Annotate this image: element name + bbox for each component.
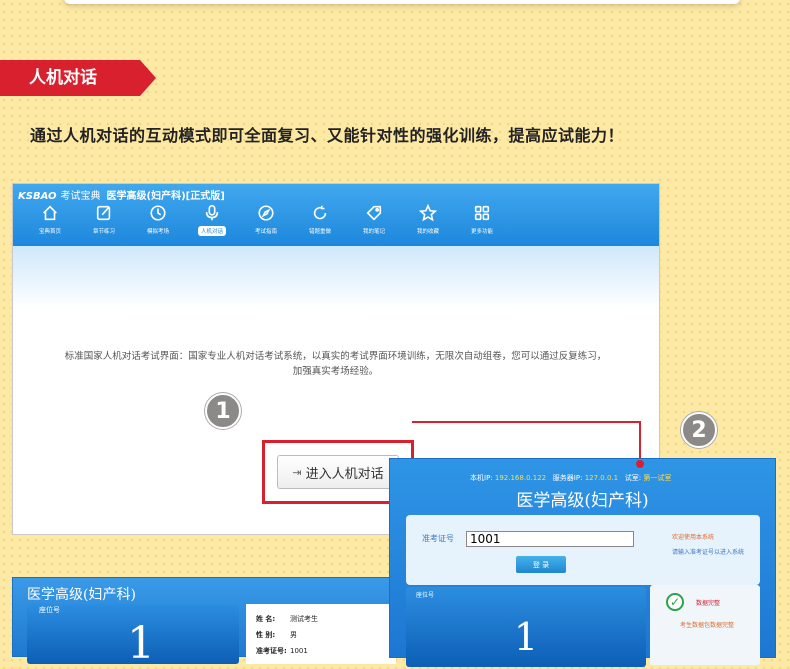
brand-logo: KSBAO bbox=[18, 191, 57, 202]
app-header: KSBAO 考试宝典 医学高级(妇产科)[正式版] 宝典首页 章节练习 模拟考场 人… bbox=[13, 184, 659, 246]
nav-item-chapter[interactable]: 章节练习 bbox=[77, 204, 131, 236]
brand: KSBAO 考试宝典 医学高级(妇产科)[正式版] bbox=[18, 187, 225, 202]
ip-label: 本机IP: bbox=[470, 474, 493, 482]
exam-ticket-value: 1001 bbox=[290, 647, 308, 655]
check-title: 数据完整 bbox=[696, 600, 721, 607]
top-card-edge bbox=[64, 0, 740, 4]
nav-item-favorites[interactable]: 我的收藏 bbox=[401, 203, 455, 236]
dialogue-description: 标准国家人机对话考试界面：国家专业人机对话考试系统，以真实的考试界面环境训练，无… bbox=[64, 351, 607, 377]
nav-label: 我的收藏 bbox=[416, 229, 439, 235]
nav-item-dialogue[interactable]: 人机对话 bbox=[185, 204, 239, 236]
nav-bar: 宝典首页 章节练习 模拟考场 人机对话 考试指南 错题重做 我的笔记 我的收藏 … bbox=[23, 203, 509, 236]
login-window: 本机IP: 192.168.0.122 服务器IP: 127.0.0.1 试室:… bbox=[389, 458, 776, 667]
nav-label: 章节练习 bbox=[92, 229, 115, 235]
login-button[interactable]: 登 录 bbox=[516, 556, 566, 573]
exam-ticket-row: 准考证号: 1001 bbox=[256, 646, 308, 656]
nav-label: 更多功能 bbox=[470, 229, 493, 235]
ticket-label: 准考证号 bbox=[422, 534, 454, 543]
ip-info: 本机IP: 192.168.0.122 服务器IP: 127.0.0.1 试室:… bbox=[470, 473, 671, 483]
enter-dialogue-label: 进入人机对话 bbox=[305, 466, 384, 482]
nav-label: 我的笔记 bbox=[362, 229, 385, 235]
step-badge-2: 2 bbox=[681, 412, 717, 448]
seat-label: 座位号 bbox=[416, 592, 435, 599]
ticket-input[interactable]: 1001 bbox=[466, 531, 634, 547]
ip-value: 192.168.0.122 bbox=[494, 474, 547, 482]
exam-gender-label: 性 别: bbox=[256, 631, 276, 639]
nav-label: 模拟考场 bbox=[146, 229, 169, 235]
server-value: 127.0.0.1 bbox=[584, 474, 619, 482]
nav-label: 人机对话 bbox=[197, 226, 226, 236]
exam-name-value: 测试考生 bbox=[290, 615, 318, 623]
exam-name-row: 姓 名: 测试考生 bbox=[256, 614, 318, 624]
exam-info-panel: 姓 名: 测试考生 性 别: 男 准考证号: 1001 bbox=[246, 604, 396, 664]
data-check-panel: ✓ 数据完整 考生数据包数据完整 bbox=[650, 585, 760, 665]
connector-dot bbox=[636, 460, 644, 468]
brand-sub: 考试宝典 bbox=[60, 191, 101, 202]
room-label: 试室: bbox=[624, 474, 642, 482]
nav-item-mock-exam[interactable]: 模拟考场 bbox=[131, 204, 185, 236]
seat-number: 1 bbox=[513, 615, 539, 659]
star-icon bbox=[418, 203, 438, 222]
nav-label: 宝典首页 bbox=[38, 229, 61, 235]
connector-line-vertical bbox=[639, 421, 641, 463]
login-panel: 准考证号 1001 登 录 欢迎使用本系统 请输入准考证号以进入系统 bbox=[406, 515, 760, 585]
exam-seat-number: 1 bbox=[127, 618, 155, 669]
edit-icon bbox=[95, 204, 113, 222]
home-icon bbox=[41, 204, 59, 222]
exam-window: 医学高级(妇产科) 座位号 1 姓 名: 测试考生 性 别: 男 准考证号: 1001 bbox=[12, 577, 396, 669]
room-value: 第一试室 bbox=[643, 474, 672, 482]
exam-gender-row: 性 别: 男 bbox=[256, 630, 297, 640]
tagline: 通过人机对话的互动模式即可全面复习、又能针对性的强化训练，提高应试能力！ bbox=[30, 126, 625, 145]
server-label: 服务器IP: bbox=[552, 474, 583, 482]
nav-item-home[interactable]: 宝典首页 bbox=[23, 204, 77, 236]
clock-icon bbox=[149, 204, 167, 222]
exam-gender-value: 男 bbox=[290, 631, 297, 639]
nav-label: 考试指南 bbox=[254, 229, 277, 235]
exam-seat-label: 座位号 bbox=[39, 606, 60, 614]
exam-title: 医学高级(妇产科) bbox=[27, 587, 136, 603]
enter-tip: 请输入准考证号以进入系统 bbox=[672, 549, 745, 556]
enter-dialogue-button[interactable]: ⇥ 进入人机对话 bbox=[277, 455, 399, 489]
compass-icon bbox=[257, 204, 275, 222]
nav-item-guide[interactable]: 考试指南 bbox=[239, 204, 293, 236]
step-badge-1: 1 bbox=[205, 393, 241, 429]
check-icon: ✓ bbox=[666, 593, 684, 611]
welcome-tip: 欢迎使用本系统 bbox=[672, 534, 715, 541]
grid-icon bbox=[473, 204, 491, 222]
nav-item-notes[interactable]: 我的笔记 bbox=[347, 204, 401, 236]
product-title: 医学高级(妇产科)[正式版] bbox=[106, 191, 225, 202]
exam-name-label: 姓 名: bbox=[256, 615, 276, 623]
nav-item-more[interactable]: 更多功能 bbox=[455, 204, 509, 236]
connector-line bbox=[412, 421, 641, 423]
nav-item-redo[interactable]: 错题重做 bbox=[293, 204, 347, 236]
nav-label: 错题重做 bbox=[308, 229, 331, 235]
tag-icon bbox=[365, 204, 383, 222]
exam-seat-panel: 座位号 1 bbox=[27, 604, 239, 669]
check-subtitle: 考生数据包数据完整 bbox=[680, 622, 735, 629]
section-banner: 人机对话 bbox=[0, 60, 156, 96]
exam-ticket-label: 准考证号: bbox=[256, 647, 287, 655]
microphone-icon bbox=[203, 204, 221, 222]
login-title: 医学高级(妇产科) bbox=[516, 491, 649, 511]
seat-panel: 座位号 1 bbox=[406, 587, 646, 667]
refresh-icon bbox=[311, 204, 329, 222]
enter-icon: ⇥ bbox=[292, 465, 302, 479]
